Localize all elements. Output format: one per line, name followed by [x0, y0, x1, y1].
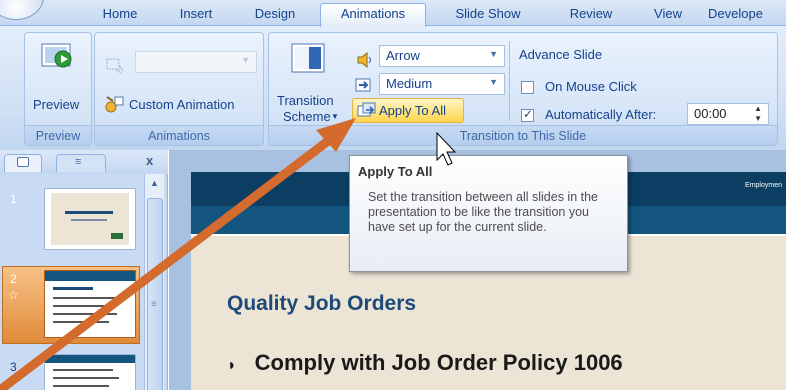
ribbon-tab-bar: Home Insert Design Animations Slide Show…	[0, 0, 786, 27]
slide-bullet[interactable]: ◗ Comply with Job Order Policy 1006	[227, 350, 623, 376]
apply-to-all-tooltip: Apply To All Set the transition between …	[349, 155, 628, 272]
tab-developer[interactable]: Develope	[708, 4, 786, 26]
transition-speed-value: Medium	[386, 76, 433, 91]
slide-number-2: 2	[10, 272, 17, 286]
office-button[interactable]	[0, 0, 44, 20]
thumbnail-content	[51, 193, 129, 245]
group-transition-caption: Transition to This Slide	[269, 125, 777, 145]
slide-header-text: Employmen	[745, 182, 782, 189]
tab-slide-show[interactable]: Slide Show	[446, 4, 530, 26]
preview-icon	[41, 43, 72, 68]
close-icon[interactable]: x	[146, 153, 153, 168]
transition-speed-combo[interactable]: Medium ▼	[379, 73, 505, 95]
slide-thumbnail-3[interactable]	[44, 354, 136, 390]
apply-to-all-label: Apply To All	[379, 103, 446, 118]
transition-speed-icon	[355, 78, 371, 92]
tab-review[interactable]: Review	[560, 4, 622, 26]
transition-scheme-button[interactable]: Transition Scheme ▼	[273, 37, 345, 127]
chevron-down-icon: ▼	[241, 55, 250, 65]
custom-animation-label: Custom Animation	[129, 97, 235, 112]
tab-view[interactable]: View	[644, 4, 692, 26]
slides-tab-icon	[17, 157, 29, 167]
tooltip-title: Apply To All	[358, 164, 433, 179]
animation-star-icon: ☆	[8, 288, 19, 302]
transition-sound-combo[interactable]: Arrow ▼	[379, 45, 505, 67]
chevron-down-icon: ▼	[331, 112, 339, 121]
group-preview: Preview Preview	[24, 32, 92, 146]
animate-icon	[106, 58, 124, 74]
bullet-icon: ◗	[227, 357, 237, 374]
outline-tab-icon: ≡	[75, 156, 82, 168]
automatically-after-value: 00:00	[694, 106, 727, 121]
slides-pane-tabs: ≡ x	[0, 150, 168, 174]
tab-slides[interactable]	[4, 154, 42, 172]
ribbon: Preview Preview ▼ Custom Animation Anima…	[0, 26, 786, 150]
slide-thumbnail-1[interactable]	[44, 188, 136, 250]
divider	[509, 41, 510, 121]
automatically-after-checkbox[interactable]: ✓	[521, 107, 534, 122]
group-animations-caption: Animations	[95, 125, 263, 145]
automatically-after-input[interactable]: 00:00 ▲ ▼	[687, 103, 769, 125]
slide-thumbnail-2[interactable]	[44, 270, 136, 338]
on-mouse-click-label: On Mouse Click	[545, 79, 637, 94]
tooltip-body: Set the transition between all slides in…	[368, 190, 598, 234]
slide-bullet-text: Comply with Job Order Policy 1006	[254, 350, 623, 375]
slides-pane-scrollbar[interactable]: ▲ ≡	[144, 174, 164, 390]
tab-design[interactable]: Design	[246, 4, 304, 26]
animate-combo[interactable]: ▼	[135, 51, 257, 73]
slides-pane: ≡ x 1 2 ☆ 3 ▲ ≡	[0, 150, 168, 390]
transition-scheme-icon	[291, 43, 325, 73]
tab-outline[interactable]: ≡	[56, 154, 106, 172]
group-animations: ▼ Custom Animation Animations	[94, 32, 264, 146]
slide-title[interactable]: Quality Job Orders	[227, 292, 416, 316]
on-mouse-click-checkbox[interactable]	[521, 81, 534, 94]
preview-button[interactable]: Preview	[29, 37, 87, 115]
grip-icon: ≡	[151, 299, 157, 310]
custom-animation-icon	[105, 96, 124, 113]
scrollbar-thumb[interactable]: ≡	[147, 198, 163, 390]
transition-sound-icon	[357, 51, 371, 69]
tab-animations[interactable]: Animations	[320, 3, 426, 27]
slide-number-3: 3	[10, 360, 17, 374]
automatically-after-label: Automatically After:	[545, 107, 657, 122]
tab-insert[interactable]: Insert	[170, 4, 222, 26]
transition-scheme-label-1: Transition	[277, 93, 334, 108]
group-transition: Transition Scheme ▼ Arrow ▼ Medium ▼ Adv…	[268, 32, 778, 146]
advance-slide-header: Advance Slide	[519, 47, 603, 62]
transition-sound-value: Arrow	[386, 48, 420, 63]
scroll-up-icon[interactable]: ▲	[150, 178, 159, 188]
slide-number-1: 1	[10, 192, 17, 206]
apply-to-all-button[interactable]: Apply To All	[352, 98, 464, 123]
preview-button-label: Preview	[33, 97, 80, 112]
spinner-icon[interactable]: ▲ ▼	[754, 104, 762, 124]
transition-scheme-label-2: Scheme	[283, 109, 331, 124]
tab-home[interactable]: Home	[92, 4, 148, 26]
custom-animation-button[interactable]: Custom Animation	[105, 95, 261, 115]
group-preview-caption: Preview	[25, 125, 91, 145]
chevron-down-icon: ▼	[489, 77, 498, 87]
chevron-down-icon: ▼	[489, 49, 498, 59]
apply-to-all-icon	[357, 102, 376, 117]
checkmark-icon: ✓	[523, 107, 534, 121]
